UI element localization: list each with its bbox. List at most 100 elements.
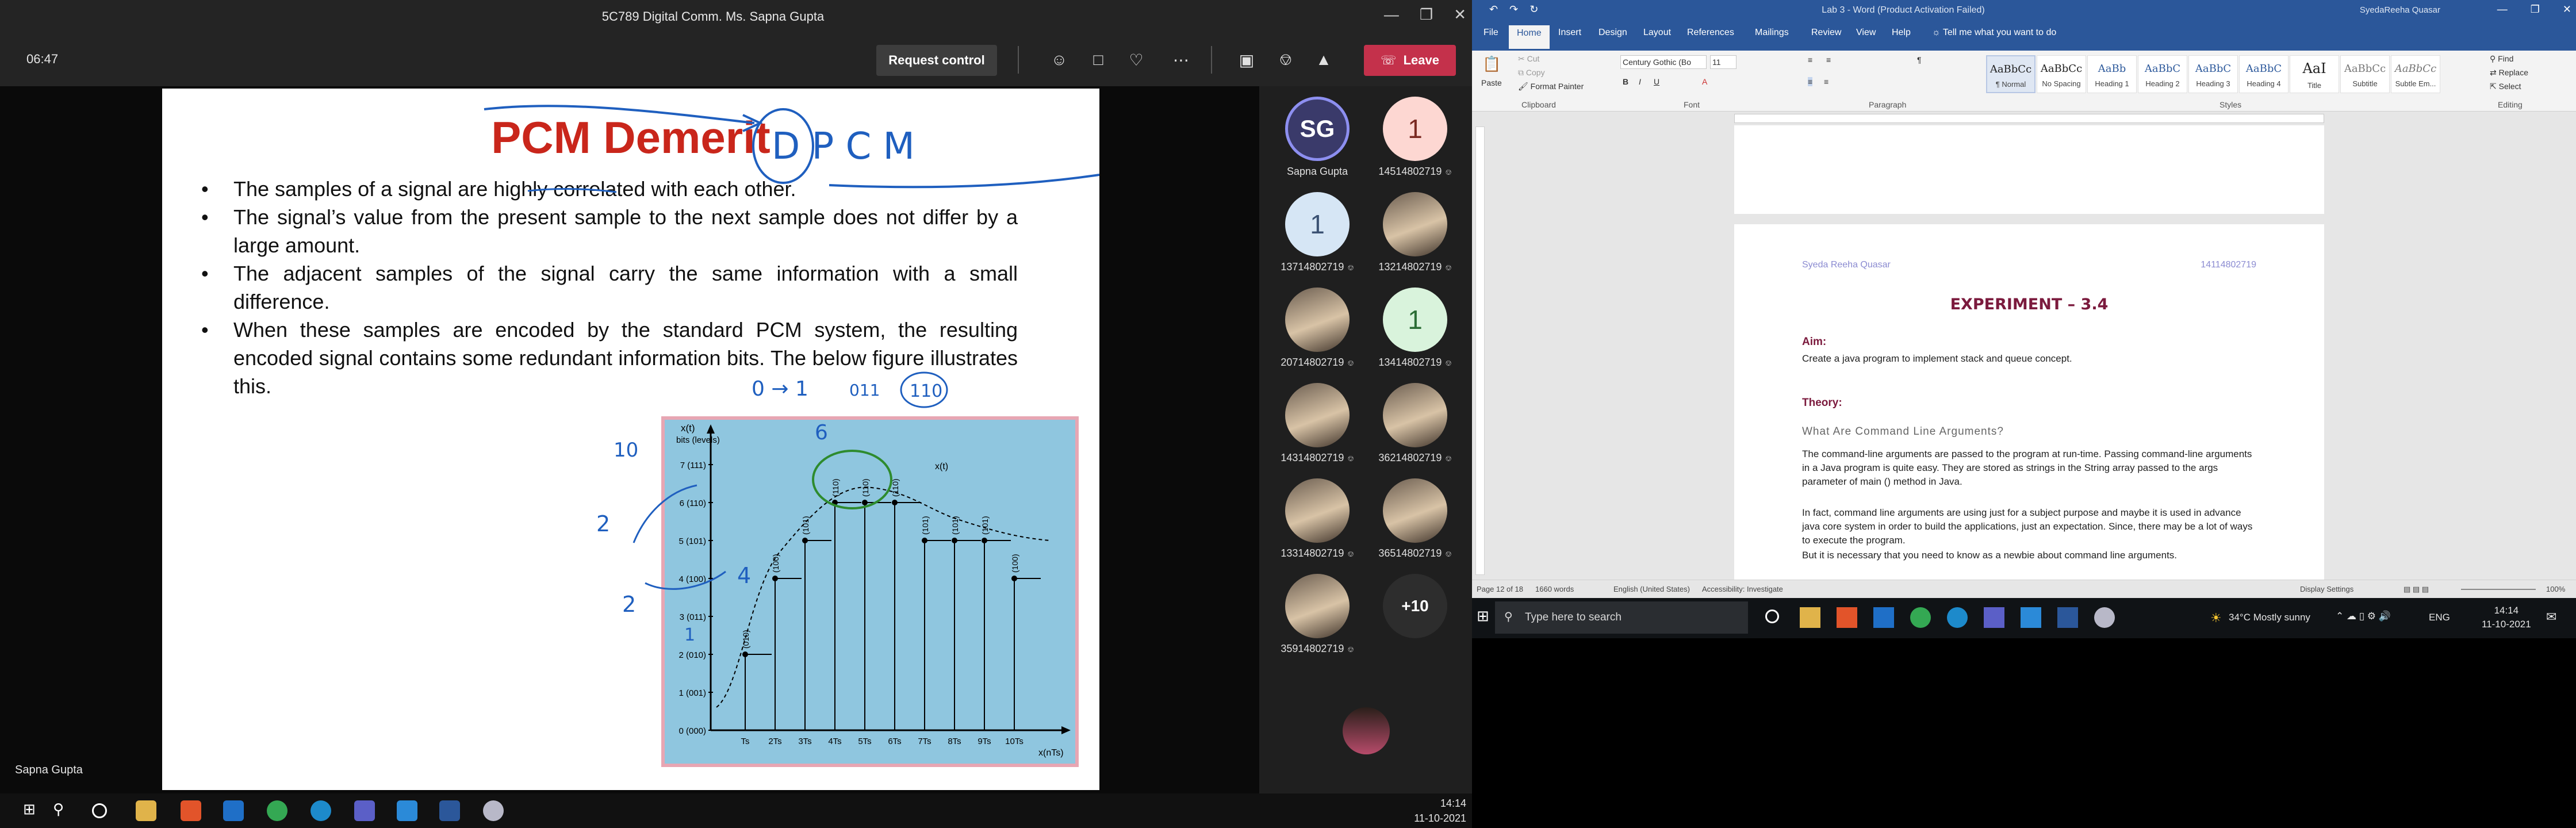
participant-tile[interactable]: 1 13714802719 ⎊ (1274, 192, 1360, 273)
participants-icon[interactable]: ☺ (1048, 48, 1071, 71)
tab-insert[interactable]: Insert (1558, 28, 1581, 38)
restore-icon[interactable]: ❐ (2531, 3, 2540, 16)
participant-tile[interactable]: 13314802719 ⎊ (1274, 478, 1360, 559)
italic-icon[interactable]: I (1639, 77, 1641, 86)
bold-icon[interactable]: B (1623, 77, 1628, 86)
font-size-select[interactable]: 11 (1710, 55, 1736, 69)
mic-off-icon[interactable]: ⎊ (1274, 48, 1297, 71)
close-icon[interactable]: ✕ (2563, 3, 2571, 16)
chat-icon[interactable]: □ (1087, 48, 1110, 71)
more-actions-icon[interactable]: ⋯ (1170, 48, 1193, 71)
share-screen-icon[interactable]: ▲ (1312, 48, 1335, 71)
snipping-tool-icon[interactable] (2094, 607, 2115, 628)
brave-icon[interactable] (181, 800, 201, 821)
system-tray-icons[interactable]: ⌃ ☁ ▯ ⚙ 🔊 (2336, 611, 2391, 622)
align-left-icon[interactable]: ≡ (1808, 77, 1813, 86)
tell-me-search[interactable]: ☼ Tell me what you want to do (1932, 28, 2056, 38)
cortana-icon[interactable] (1765, 610, 1779, 623)
language-status[interactable]: English (United States) (1613, 585, 1690, 593)
start-icon[interactable]: ⊞ (23, 800, 44, 821)
mail-icon[interactable] (1873, 607, 1894, 628)
chrome-icon[interactable] (267, 800, 288, 821)
minimize-icon[interactable]: — (2497, 3, 2508, 16)
page-count[interactable]: Page 12 of 18 (1477, 585, 1523, 593)
mail-icon[interactable] (223, 800, 244, 821)
underline-icon[interactable]: U (1654, 77, 1659, 86)
style-title[interactable]: AaI Title (2290, 55, 2339, 93)
style-subtle-emphasis[interactable]: AaBbCc Subtle Em... (2391, 55, 2440, 93)
tab-help[interactable]: Help (1892, 28, 1911, 38)
participant-tile[interactable]: 13214802719 ⎊ (1372, 192, 1458, 273)
self-video-preview[interactable] (1343, 707, 1390, 754)
find-button[interactable]: ⚲ Find (2490, 54, 2513, 64)
format-painter-button[interactable]: 🖌 Format Painter (1518, 82, 1584, 91)
participant-tile[interactable]: 1 14514802719 ⎊ (1372, 97, 1458, 178)
font-name-select[interactable]: Century Gothic (Bo (1620, 55, 1707, 69)
accessibility-status[interactable]: Accessibility: Investigate (1702, 585, 1783, 593)
search-icon[interactable]: ⚲ (53, 800, 74, 821)
style-heading-4[interactable]: AaBbC Heading 4 (2239, 55, 2288, 93)
participant-tile[interactable]: 36214802719 ⎊ (1372, 383, 1458, 464)
document-page-previous[interactable] (1734, 125, 2324, 214)
file-explorer-icon[interactable] (136, 800, 156, 821)
camera-off-icon[interactable]: ▣ (1235, 48, 1258, 71)
tab-references[interactable]: References (1687, 28, 1734, 38)
vscode-icon[interactable] (397, 800, 417, 821)
participant-tile[interactable]: 36514802719 ⎊ (1372, 478, 1458, 559)
minimize-icon[interactable]: — (1384, 6, 1399, 24)
view-mode-icons[interactable]: ▤ ▤ ▤ (2404, 585, 2429, 594)
tab-layout[interactable]: Layout (1643, 28, 1671, 38)
participant-tile[interactable]: 20714802719 ⎊ (1274, 288, 1360, 369)
bullets-icon[interactable]: ≡ (1808, 55, 1812, 64)
vertical-ruler[interactable] (1475, 126, 1485, 575)
replace-button[interactable]: ⇄ Replace (2490, 68, 2528, 78)
account-name[interactable]: SyedaReeha Quasar (2360, 5, 2440, 15)
start-icon[interactable]: ⊞ (1477, 607, 1489, 625)
taskbar-clock[interactable]: 14:14 11-10-2021 (2482, 604, 2531, 631)
cut-button[interactable]: ✂ Cut (1518, 54, 1539, 64)
weather-text[interactable]: 34°C Mostly sunny (2229, 612, 2310, 623)
participant-tile[interactable]: 1 13414802719 ⎊ (1372, 288, 1458, 369)
edge-icon[interactable] (310, 800, 331, 821)
edge-icon[interactable] (1947, 607, 1968, 628)
tab-file[interactable]: File (1483, 28, 1498, 38)
style-no-spacing[interactable]: AaBbCc No Spacing (2037, 55, 2086, 93)
chrome-icon[interactable] (1910, 607, 1931, 628)
participant-tile[interactable]: 35914802719 ⎊ (1274, 574, 1360, 655)
font-color-icon[interactable]: A (1702, 77, 1707, 86)
tab-mailings[interactable]: Mailings (1755, 28, 1789, 38)
file-explorer-icon[interactable] (1800, 607, 1820, 628)
snipping-tool-icon[interactable] (483, 800, 504, 821)
style-heading-2[interactable]: AaBbC Heading 2 (2138, 55, 2187, 93)
select-button[interactable]: ⇱ Select (2490, 82, 2521, 91)
input-language[interactable]: ENG (2429, 612, 2450, 623)
style-heading-1[interactable]: AaBb Heading 1 (2087, 55, 2137, 93)
zoom-level[interactable]: 100% (2546, 585, 2565, 593)
brave-icon[interactable] (1837, 607, 1857, 628)
word-count[interactable]: 1660 words (1535, 585, 1574, 593)
notifications-icon[interactable]: ✉ (2546, 610, 2556, 624)
word-icon[interactable] (2057, 607, 2078, 628)
tab-review[interactable]: Review (1811, 28, 1841, 38)
taskbar-clock[interactable]: 14:14 11-10-2021 (1414, 796, 1466, 826)
close-icon[interactable]: ✕ (1454, 6, 1466, 24)
display-settings[interactable]: Display Settings (2300, 585, 2353, 593)
weather-icon[interactable]: ☀ (2210, 611, 2222, 626)
document-area[interactable]: Syeda Reeha Quasar 14114802719 EXPERIMEN… (1489, 125, 2576, 580)
cortana-icon[interactable] (92, 803, 107, 818)
leave-button[interactable]: ☏ Leave (1364, 45, 1456, 76)
tab-view[interactable]: View (1856, 28, 1876, 38)
participant-tile[interactable]: 14314802719 ⎊ (1274, 383, 1360, 464)
style-heading-3[interactable]: AaBbC Heading 3 (2188, 55, 2238, 93)
request-control-button[interactable]: Request control (876, 45, 997, 76)
reactions-icon[interactable]: ♡ (1125, 48, 1148, 71)
word-icon[interactable] (439, 800, 460, 821)
vscode-icon[interactable] (2021, 607, 2041, 628)
pilcrow-icon[interactable]: ¶ (1917, 55, 1922, 64)
style-normal[interactable]: AaBbCc ¶ Normal (1986, 55, 2035, 93)
numbering-icon[interactable]: ≡ (1826, 55, 1831, 64)
zoom-slider[interactable] (2461, 589, 2536, 590)
document-page-current[interactable]: Syeda Reeha Quasar 14114802719 EXPERIMEN… (1734, 224, 2324, 580)
paste-icon[interactable]: 📋 (1482, 55, 1501, 73)
paste-button[interactable]: Paste (1481, 78, 1502, 87)
